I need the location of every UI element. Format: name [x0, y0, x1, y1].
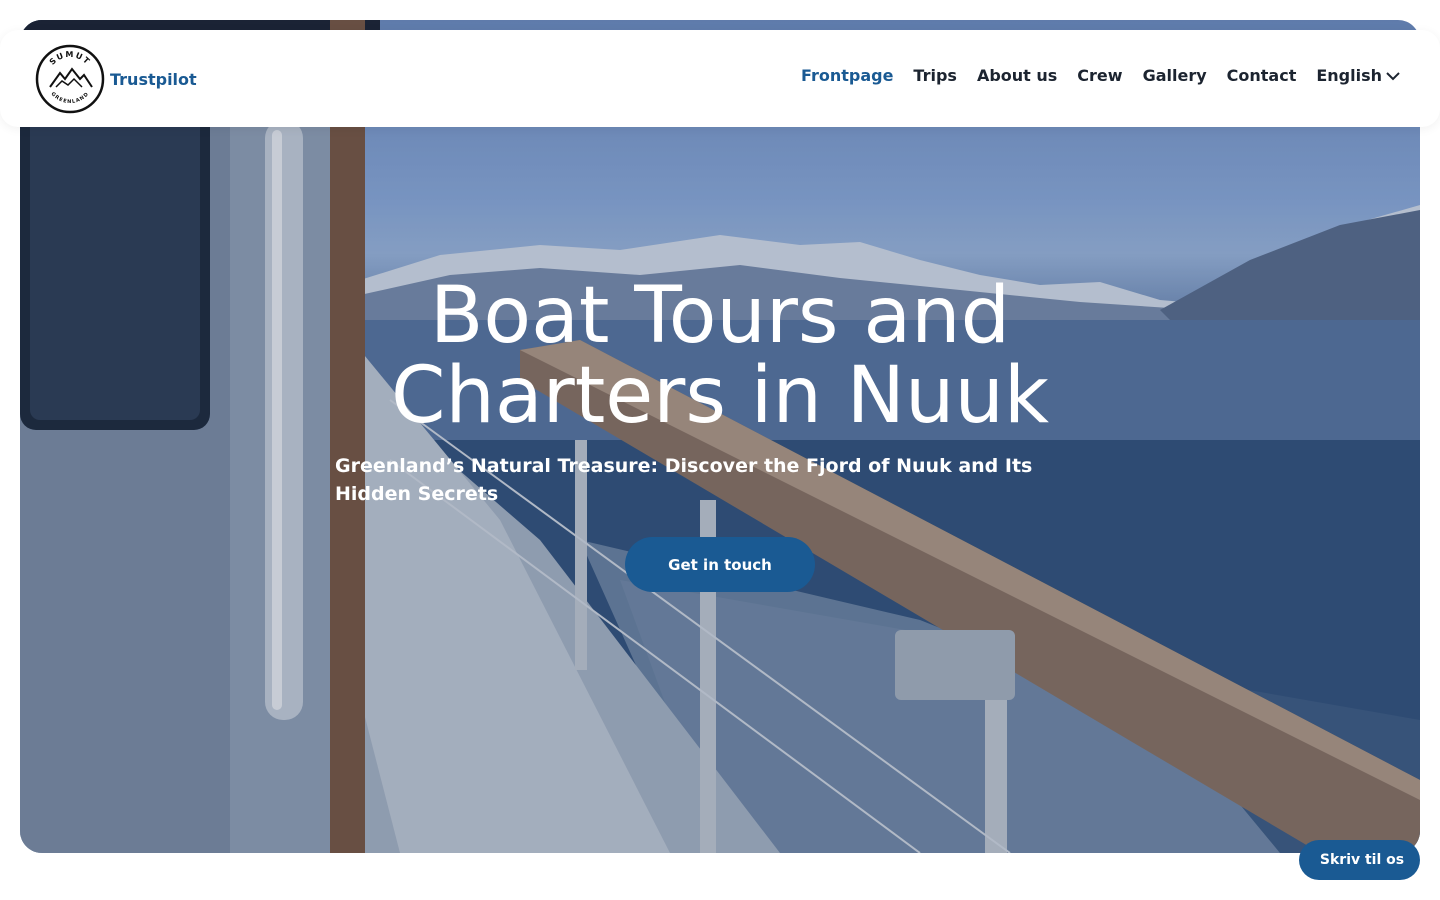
nav-item-frontpage[interactable]: Frontpage: [801, 66, 893, 85]
language-label: English: [1316, 66, 1382, 85]
chevron-down-icon: [1386, 71, 1400, 80]
nav-item-about-us[interactable]: About us: [977, 66, 1057, 85]
hero-subtitle: Greenland’s Natural Treasure: Discover t…: [335, 455, 1033, 505]
chat-widget-label: Skriv til os: [1319, 852, 1405, 868]
trustpilot-link[interactable]: Trustpilot: [110, 70, 197, 89]
nav-item-contact[interactable]: Contact: [1227, 66, 1297, 85]
nav-item-gallery[interactable]: Gallery: [1143, 66, 1207, 85]
sumut-greenland-logo[interactable]: SUMUT GREENLAND: [34, 43, 106, 115]
hero-title-line-1: Boat Tours and: [429, 271, 1011, 361]
nav-item-crew[interactable]: Crew: [1077, 66, 1122, 85]
main-nav: Frontpage Trips About us Crew Gallery Co…: [801, 66, 1400, 85]
language-selector[interactable]: English: [1316, 66, 1400, 85]
hero-title: Boat Tours and Charters in Nuuk: [320, 276, 1120, 436]
get-in-touch-button[interactable]: Get in touch: [625, 537, 815, 592]
site-header: SUMUT GREENLAND Trustpilot Frontpage Tri…: [0, 30, 1440, 127]
nav-item-trips[interactable]: Trips: [913, 66, 957, 85]
hero-title-line-2: Charters in Nuuk: [390, 351, 1050, 441]
chat-widget-button[interactable]: Skriv til os: [1299, 840, 1420, 880]
